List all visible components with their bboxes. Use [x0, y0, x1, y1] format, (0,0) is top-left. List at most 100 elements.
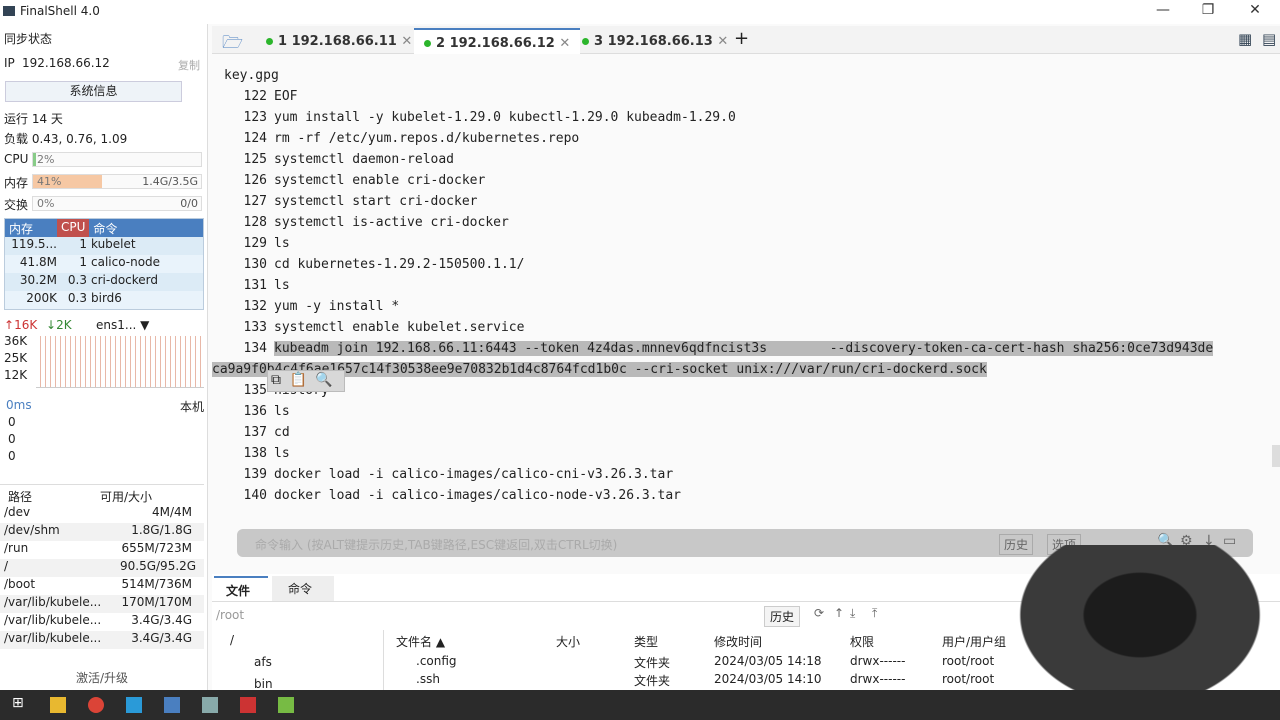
close-icon[interactable]: ✕ — [717, 34, 728, 49]
process-cmd: kubelet — [91, 237, 136, 251]
col-mem[interactable]: 内存 — [5, 219, 57, 237]
terminal-scrollbar[interactable] — [1272, 445, 1280, 467]
minimize-button[interactable]: — — [1148, 2, 1178, 18]
terminal-line: 131 ls — [212, 275, 290, 296]
process-row[interactable]: 200K 0.3 bird6 — [5, 291, 203, 309]
up-icon[interactable]: ↑ — [834, 606, 844, 620]
system-info-button[interactable]: 系统信息 — [5, 81, 182, 102]
file-perm: drwx------ — [850, 672, 906, 686]
disk-row[interactable]: /dev/shm 1.8G/1.8G — [0, 523, 204, 541]
swap-usage: 0/0 — [180, 197, 198, 210]
line-text: cd kubernetes-1.29.2-150500.1.1/ — [274, 257, 525, 272]
mem-usage: 1.4G/3.5G — [142, 175, 198, 188]
line-number: 135 — [243, 383, 267, 398]
command-input[interactable]: 命令输入 (按ALT键提示历史,TAB键路径,ESC键返回,双击CTRL切换) — [255, 536, 617, 553]
upload-icon[interactable]: ⤒ — [872, 606, 877, 621]
process-row[interactable]: 119.5... 1 kubelet — [5, 237, 203, 255]
terminal-line: 126 systemctl enable cri-docker — [212, 170, 486, 191]
close-icon[interactable]: ✕ — [559, 36, 570, 51]
tab-session-2[interactable]: 2 192.168.66.12 ✕ — [414, 28, 581, 54]
line-number: 127 — [243, 194, 267, 209]
close-icon[interactable]: ✕ — [401, 34, 412, 49]
copy-icon[interactable]: ⧉ — [271, 372, 281, 388]
line-text: ls — [274, 404, 290, 419]
terminal-line: 134 kubeadm join 192.168.66.11:6443 --tok… — [212, 338, 1214, 359]
disk-row[interactable]: /var/lib/kubele... 3.4G/3.4G — [0, 613, 204, 631]
mem-percent: 41% — [37, 175, 62, 188]
copy-ip-button[interactable]: 复制 — [178, 57, 200, 73]
line-number: 131 — [243, 278, 267, 293]
line-number: 132 — [243, 299, 267, 314]
file-owner: root/root — [942, 672, 995, 686]
layout-icon[interactable]: ▤ — [1262, 30, 1276, 48]
disk-size: 3.4G/3.4G — [131, 631, 192, 645]
process-row[interactable]: 41.8M 1 calico-node — [5, 255, 203, 273]
tab-session-3[interactable]: 3 192.168.66.13 ✕ — [572, 28, 738, 54]
tab-files[interactable]: 文件 — [214, 576, 268, 601]
maximize-button[interactable]: ❐ — [1193, 2, 1223, 18]
column-header[interactable]: 类型 — [634, 633, 658, 650]
tree-item[interactable]: / — [230, 633, 234, 647]
line-number: 136 — [243, 404, 267, 419]
grid-view-icon[interactable]: ▦ — [1238, 30, 1252, 48]
disk-row[interactable]: /var/lib/kubele... 170M/170M — [0, 595, 204, 613]
column-header[interactable]: 用户/用户组 — [942, 633, 1006, 650]
terminal-line: 127 systemctl start cri-docker — [212, 191, 478, 212]
column-header[interactable]: 修改时间 — [714, 633, 762, 650]
col-cmd[interactable]: 命令 — [89, 219, 121, 237]
path-input[interactable]: /root — [216, 608, 244, 622]
column-header[interactable]: 文件名 ▲ — [396, 633, 445, 650]
tree-item[interactable]: bin — [254, 677, 273, 691]
line-text: systemctl is-active cri-docker — [274, 215, 509, 230]
col-size[interactable]: 可用/大小 — [100, 488, 152, 505]
finalshell-icon[interactable] — [202, 697, 218, 713]
notepad-icon[interactable] — [278, 697, 294, 713]
add-tab-button[interactable]: + — [734, 28, 749, 49]
process-row[interactable]: 30.2M 0.3 cri-dockerd — [5, 273, 203, 291]
terminal[interactable]: key.gpg 122 EOF 123 yum install -y kubelet-… — [212, 55, 1272, 525]
terminal-line: 129 ls — [212, 233, 290, 254]
activate-upgrade-link[interactable]: 激活/升级 — [76, 669, 128, 686]
terminal-line: 137 cd — [212, 422, 290, 443]
terminal-line: 139 docker load -i calico-images/calico-c… — [212, 464, 674, 485]
tab-label: 3 192.168.66.13 — [594, 34, 713, 49]
download-icon[interactable]: ⤓ — [850, 606, 855, 621]
search-icon[interactable]: 🔍 — [315, 372, 332, 388]
disk-row[interactable]: /var/lib/kubele... 3.4G/3.4G — [0, 631, 204, 649]
col-cpu[interactable]: CPU — [57, 219, 90, 237]
session-tabs: 🗁 1 192.168.66.11 ✕ 2 192.168.66.12 ✕ 3 … — [212, 26, 1280, 54]
ping-host: 本机 — [180, 400, 205, 414]
column-header[interactable]: 大小 — [556, 633, 580, 650]
tab-session-1[interactable]: 1 192.168.66.11 ✕ — [256, 28, 422, 54]
disk-row[interactable]: /dev 4M/4M — [0, 505, 204, 523]
column-header[interactable]: 权限 — [850, 633, 874, 650]
app-icon[interactable] — [126, 697, 142, 713]
path-history-button[interactable]: 历史 — [764, 606, 801, 627]
paste-icon[interactable]: 📋 — [289, 372, 306, 388]
disk-row[interactable]: /boot 514M/736M — [0, 577, 204, 595]
disk-row[interactable]: /run 655M/723M — [0, 541, 204, 559]
file-name[interactable]: .ssh — [416, 672, 440, 686]
line-number: 129 — [243, 236, 267, 251]
line-text: docker load -i calico-images/calico-cni-… — [274, 467, 674, 482]
tab-commands[interactable]: 命令 — [272, 576, 334, 601]
windows-start-icon[interactable]: ⊞ — [12, 695, 28, 711]
interface-select[interactable]: ens1... ▼ — [96, 318, 149, 332]
file-name[interactable]: .config — [416, 654, 457, 668]
disk-row[interactable]: / 90.5G/95.2G — [0, 559, 204, 577]
tree-item[interactable]: afs — [254, 655, 272, 669]
close-button[interactable]: ✕ — [1240, 2, 1270, 18]
ip-label: IP — [4, 56, 15, 70]
terminal-line: 140 docker load -i calico-images/calico-n… — [212, 485, 681, 506]
selection-toolbar: ⧉ 📋 🔍 — [267, 370, 345, 392]
terminal-app-icon[interactable] — [164, 697, 180, 713]
mem-bar: 41% 1.4G/3.5G — [32, 174, 202, 189]
tab-label: 2 192.168.66.12 — [436, 36, 555, 51]
uptime: 运行 14 天 — [4, 112, 63, 126]
chrome-icon[interactable] — [88, 697, 104, 713]
refresh-icon[interactable]: ⟳ — [814, 606, 824, 620]
wps-icon[interactable] — [240, 697, 256, 713]
line-number: 123 — [243, 110, 267, 125]
col-path[interactable]: 路径 — [0, 488, 100, 505]
file-explorer-icon[interactable] — [50, 697, 66, 713]
